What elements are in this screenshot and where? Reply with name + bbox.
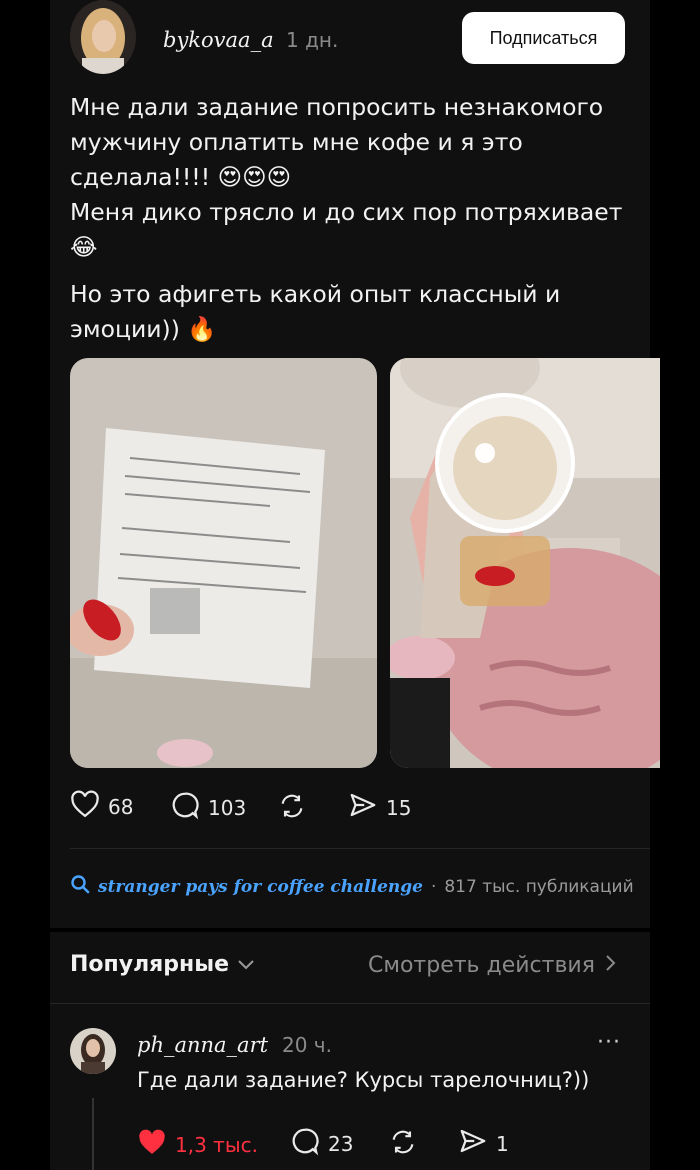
post-comment-button[interactable]: 103 [170, 790, 246, 825]
view-activity-link[interactable]: Смотреть действия [368, 953, 617, 978]
comment-like-button[interactable]: 1,3 тыс. [137, 1128, 258, 1161]
divider [70, 848, 650, 849]
comment-reply-button[interactable]: 23 [290, 1126, 353, 1161]
comment-icon [290, 1126, 320, 1161]
comment-text: Где дали задание? Курсы тарелочниц?)) [137, 1068, 590, 1092]
author-username[interactable]: bykovaa_a [163, 28, 274, 52]
hashtag-count: 817 тыс. публикаций [444, 876, 634, 897]
post-share-count: 15 [386, 795, 412, 820]
hashtag-link[interactable]: stranger pays for coffee challenge [98, 877, 423, 897]
chevron-right-icon [605, 953, 617, 978]
view-activity-label: Смотреть действия [368, 953, 595, 978]
reply-thread-line [92, 1098, 94, 1170]
repost-icon [277, 792, 307, 825]
comment-repost-button[interactable] [388, 1128, 418, 1161]
commenter-avatar[interactable] [70, 1028, 116, 1074]
subscribe-button[interactable]: Подписаться [462, 12, 625, 64]
post-like-count: 68 [108, 794, 134, 819]
post-like-button[interactable]: 68 [70, 790, 133, 823]
post-time: 1 дн. [286, 28, 339, 52]
post-repost-button[interactable] [277, 792, 315, 825]
comments-sort-dropdown[interactable]: Популярные [70, 952, 255, 977]
commenter-username[interactable]: ph_anna_art [137, 1033, 268, 1057]
send-icon [458, 1126, 488, 1161]
comment-reply-count: 23 [328, 1131, 354, 1156]
comment-icon [170, 790, 200, 825]
post-text-line-3: Но это афигеть какой опыт классный и эмо… [70, 280, 561, 343]
comment-share-count: 1 [496, 1131, 509, 1156]
author-avatar[interactable] [70, 0, 136, 74]
post-text: Мне дали задание попросить незнакомого м… [70, 90, 640, 347]
repost-icon [388, 1128, 418, 1161]
heart-icon [70, 790, 100, 823]
section-gap [50, 928, 650, 932]
post-share-button[interactable]: 15 [348, 790, 411, 825]
heart-filled-icon [137, 1128, 167, 1161]
divider [50, 1003, 650, 1004]
more-options-icon[interactable]: ··· [597, 1030, 621, 1055]
chevron-down-icon [237, 952, 255, 977]
search-icon [70, 874, 90, 899]
hashtag-row[interactable]: stranger pays for coffee challenge · 817… [70, 874, 634, 899]
post-text-line-1: Мне дали задание попросить незнакомого м… [70, 93, 604, 191]
post-text-line-2: Меня дико трясло и до сих пор потряхивае… [70, 198, 623, 261]
hashtag-separator: · [430, 876, 437, 897]
comment-time: 20 ч. [282, 1033, 332, 1057]
post-photo-coffee[interactable] [390, 358, 660, 768]
post-comment-count: 103 [208, 795, 247, 820]
comment-like-count: 1,3 тыс. [175, 1132, 258, 1157]
post-photo-receipt[interactable] [70, 358, 377, 768]
send-icon [348, 790, 378, 825]
sort-label: Популярные [70, 952, 230, 977]
comment-share-button[interactable]: 1 [458, 1126, 509, 1161]
